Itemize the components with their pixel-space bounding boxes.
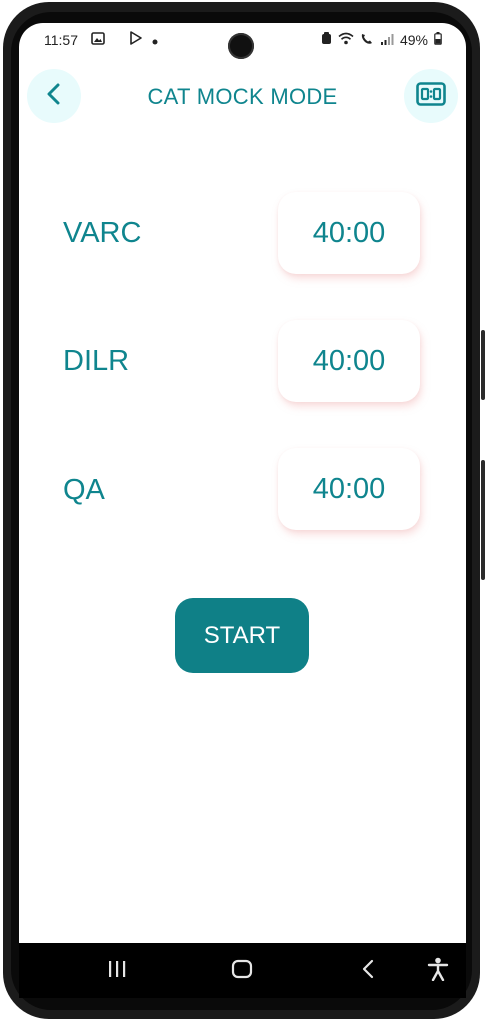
home-button[interactable]	[225, 955, 259, 987]
accessibility-icon	[427, 957, 449, 986]
notification-icons	[91, 31, 158, 48]
play-store-icon	[129, 31, 142, 48]
time-card-varc[interactable]: 40:00	[278, 192, 420, 274]
home-icon	[231, 959, 253, 984]
system-back-button[interactable]	[351, 955, 385, 987]
back-button[interactable]	[27, 69, 81, 123]
scoreboard-button[interactable]	[404, 69, 458, 123]
time-card-dilr[interactable]: 40:00	[278, 320, 420, 402]
wifi-icon	[338, 32, 354, 48]
accessibility-button[interactable]	[421, 955, 455, 987]
phone-device: 11:57 49% CAT MOCK MODE VARC 40:00 DILR …	[0, 0, 485, 1023]
section-label-varc: VARC	[63, 217, 142, 249]
recent-apps-button[interactable]	[100, 955, 134, 987]
image-icon	[91, 31, 105, 48]
back-icon	[361, 959, 375, 984]
battery-icon	[434, 31, 442, 48]
scoreboard-icon	[416, 81, 446, 111]
power-button	[481, 460, 485, 580]
status-bar: 11:57 49%	[19, 23, 466, 59]
page-title: CAT MOCK MODE	[147, 84, 338, 109]
volume-button	[481, 330, 485, 400]
alarm-icon	[321, 31, 332, 48]
start-button[interactable]: START	[175, 598, 309, 673]
front-camera	[228, 33, 254, 59]
section-label-dilr: DILR	[63, 345, 130, 377]
section-label-qa: QA	[63, 474, 105, 506]
system-icons: 49%	[321, 31, 442, 48]
status-time: 11:57	[44, 32, 78, 48]
navigation-bar	[19, 943, 466, 998]
call-icon	[360, 32, 374, 48]
battery-text: 49%	[399, 31, 428, 48]
signal-icon	[380, 32, 394, 48]
recent-apps-icon	[107, 960, 127, 983]
app-bar: CAT MOCK MODE	[19, 67, 466, 127]
screen: 11:57 49% CAT MOCK MODE VARC 40:00 DILR …	[19, 23, 466, 943]
time-card-qa[interactable]: 40:00	[278, 448, 420, 530]
chevron-left-icon	[46, 83, 62, 110]
dot-icon	[152, 32, 158, 48]
